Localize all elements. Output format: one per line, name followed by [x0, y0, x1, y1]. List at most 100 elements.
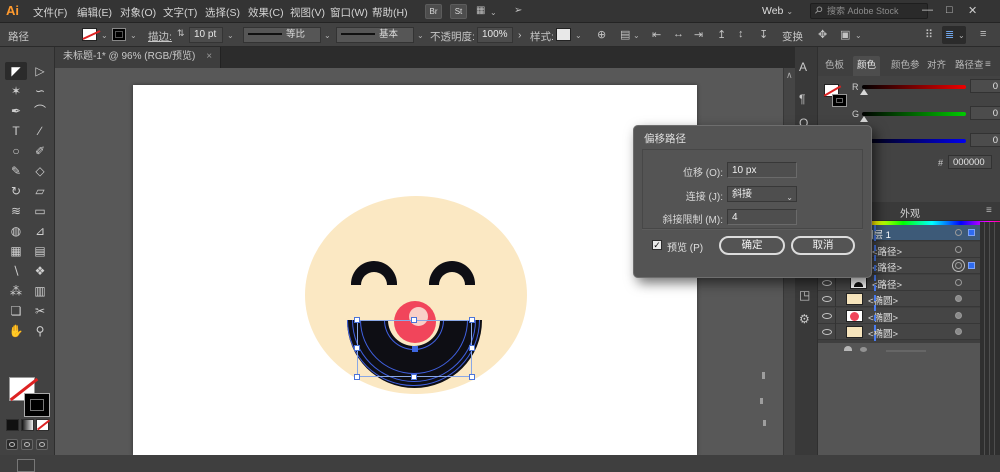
symbol-sprayer-tool[interactable]: ⁂	[5, 282, 27, 300]
magic-wand-tool[interactable]: ✶	[5, 82, 27, 100]
close-button[interactable]: ✕	[968, 4, 977, 17]
stroke-swatch[interactable]	[112, 28, 126, 41]
target-circle[interactable]	[955, 328, 962, 335]
character-panel-icon[interactable]: A	[799, 60, 807, 74]
style-chevron-icon[interactable]: ⌄	[575, 31, 582, 40]
screen-mode-button[interactable]	[17, 459, 35, 472]
width-tool[interactable]: ≋	[5, 202, 27, 220]
layer-name[interactable]: <路径>	[872, 260, 902, 274]
menu-effect[interactable]: 效果(C)	[248, 5, 284, 20]
panel-toggle-button[interactable]: ≣ ⌄	[942, 26, 966, 44]
hand-tool[interactable]: ✋	[5, 322, 27, 340]
fill-swatch[interactable]	[82, 28, 97, 41]
menu-view[interactable]: 视图(V)	[290, 5, 325, 20]
ok-button[interactable]: 确定	[719, 236, 785, 255]
eye-icon[interactable]	[822, 329, 832, 335]
handle-top-right[interactable]	[469, 317, 475, 323]
settings-panel-icon[interactable]: ⚙	[799, 312, 810, 326]
style-swatch[interactable]	[556, 28, 571, 41]
miter-input[interactable]	[727, 209, 797, 225]
handle-bottom-right[interactable]	[469, 374, 475, 380]
target-circle[interactable]	[955, 246, 962, 253]
shape-builder-tool[interactable]: ◍	[5, 222, 27, 240]
slider-value-r[interactable]: 0	[970, 79, 1000, 93]
tab-close-icon[interactable]: ×	[206, 51, 212, 62]
opacity-input[interactable]: 100%	[477, 27, 513, 43]
selection-center-point[interactable]	[412, 346, 418, 352]
tab-color[interactable]: 颜色	[853, 56, 880, 76]
color-stroke-swatch[interactable]	[832, 94, 847, 107]
draw-normal-button[interactable]	[6, 439, 18, 450]
draw-inside-button[interactable]	[36, 439, 48, 450]
handle-mid-right[interactable]	[469, 345, 475, 351]
stock-button[interactable]: St	[450, 4, 467, 19]
layer-row[interactable]: <椭圆>	[818, 291, 980, 307]
layer-name[interactable]: <路径>	[872, 277, 902, 291]
direct-selection-tool[interactable]: ▷	[29, 62, 51, 80]
align-vcenter-icon[interactable]: ↕	[738, 28, 744, 40]
draw-behind-button[interactable]	[21, 439, 33, 450]
color-mode-button[interactable]	[6, 419, 19, 431]
preview-checkbox[interactable]: ✓	[652, 240, 662, 250]
stroke-chevron-icon[interactable]: ⌄	[130, 31, 137, 40]
rotate-tool[interactable]: ↻	[5, 182, 27, 200]
document-setup-icon[interactable]: ▤	[620, 28, 630, 41]
handle-bottom-center[interactable]	[411, 374, 417, 380]
slider-value-g[interactable]: 0	[970, 106, 1000, 120]
gradient-mode-button[interactable]	[21, 419, 34, 431]
layer-name[interactable]: <椭圆>	[868, 326, 898, 340]
eye-icon[interactable]	[822, 296, 832, 302]
arrange-documents-icon[interactable]: ▦	[476, 5, 485, 16]
eraser-tool[interactable]: ◇	[29, 162, 51, 180]
scale-tool[interactable]: ▱	[29, 182, 51, 200]
menu-type[interactable]: 文字(T)	[163, 5, 197, 20]
eyedropper-tool[interactable]: ∖	[5, 262, 27, 280]
stroke-stepper[interactable]: ⇅	[177, 28, 185, 39]
visibility-cell[interactable]	[818, 308, 836, 324]
target-circle[interactable]	[955, 295, 962, 302]
expand-icon[interactable]: ✥	[818, 28, 827, 41]
preview-label[interactable]: 预览 (P)	[667, 239, 703, 254]
layer-name[interactable]: <椭圆>	[868, 310, 898, 324]
curvature-tool[interactable]: ⌒	[29, 102, 51, 120]
ellipse-tool[interactable]: ○	[5, 142, 27, 160]
free-transform-tool[interactable]: ▭	[29, 202, 51, 220]
document-tab[interactable]: 未标题-1* @ 96% (RGB/预览) ×	[55, 47, 221, 68]
width-profile-chevron-icon[interactable]: ⌄	[324, 31, 331, 40]
workspace-switcher[interactable]: Web ⌄	[762, 5, 793, 17]
align-to-chevron-icon[interactable]: ⌄	[855, 31, 862, 40]
scroll-up-icon[interactable]: ∧	[786, 70, 793, 81]
appearance-menu-icon[interactable]: ≡	[986, 205, 992, 216]
fill-chevron-icon[interactable]: ⌄	[101, 31, 108, 40]
blend-tool[interactable]: ❖	[29, 262, 51, 280]
line-tool[interactable]: ∕	[29, 122, 51, 140]
paragraph-panel-icon[interactable]: ¶	[799, 92, 805, 106]
brush-chevron-icon[interactable]: ⌄	[417, 31, 424, 40]
align-top-icon[interactable]: ↥	[717, 28, 726, 41]
target-circle[interactable]	[955, 279, 962, 286]
slider-track-g[interactable]	[862, 112, 966, 116]
eye-icon[interactable]	[822, 280, 832, 286]
align-to-icon[interactable]: ▣	[840, 28, 850, 41]
arrange-chevron-icon[interactable]: ⌄	[490, 8, 497, 17]
align-right-icon[interactable]: ⇥	[694, 28, 703, 41]
tab-appearance[interactable]: 外观	[900, 205, 920, 220]
layer-row[interactable]: <椭圆>	[818, 324, 980, 340]
menu-object[interactable]: 对象(O)	[120, 5, 156, 20]
document-web-icon[interactable]: ⊕	[597, 28, 606, 41]
maximize-button[interactable]: □	[946, 4, 953, 16]
hex-input[interactable]: 000000	[948, 155, 992, 169]
target-circle-selected[interactable]	[955, 262, 962, 269]
menu-window[interactable]: 窗口(W)	[330, 5, 368, 20]
align-left-icon[interactable]: ⇤	[652, 28, 661, 41]
handle-top-center[interactable]	[411, 317, 417, 323]
layer-row[interactable]: <椭圆>	[818, 308, 980, 324]
list-menu-icon[interactable]: ≡	[980, 28, 986, 40]
layer-name[interactable]: <椭圆>	[868, 293, 898, 307]
zoom-tool[interactable]: ⚲	[29, 322, 51, 340]
width-profile-select[interactable]: 等比	[243, 27, 321, 43]
stroke-link[interactable]: 描边:	[148, 29, 172, 44]
stroke-width-input[interactable]: 10 pt	[189, 27, 223, 43]
join-select[interactable]: 斜接 ⌄	[727, 186, 797, 202]
selection-tool[interactable]: ◤	[5, 62, 27, 80]
